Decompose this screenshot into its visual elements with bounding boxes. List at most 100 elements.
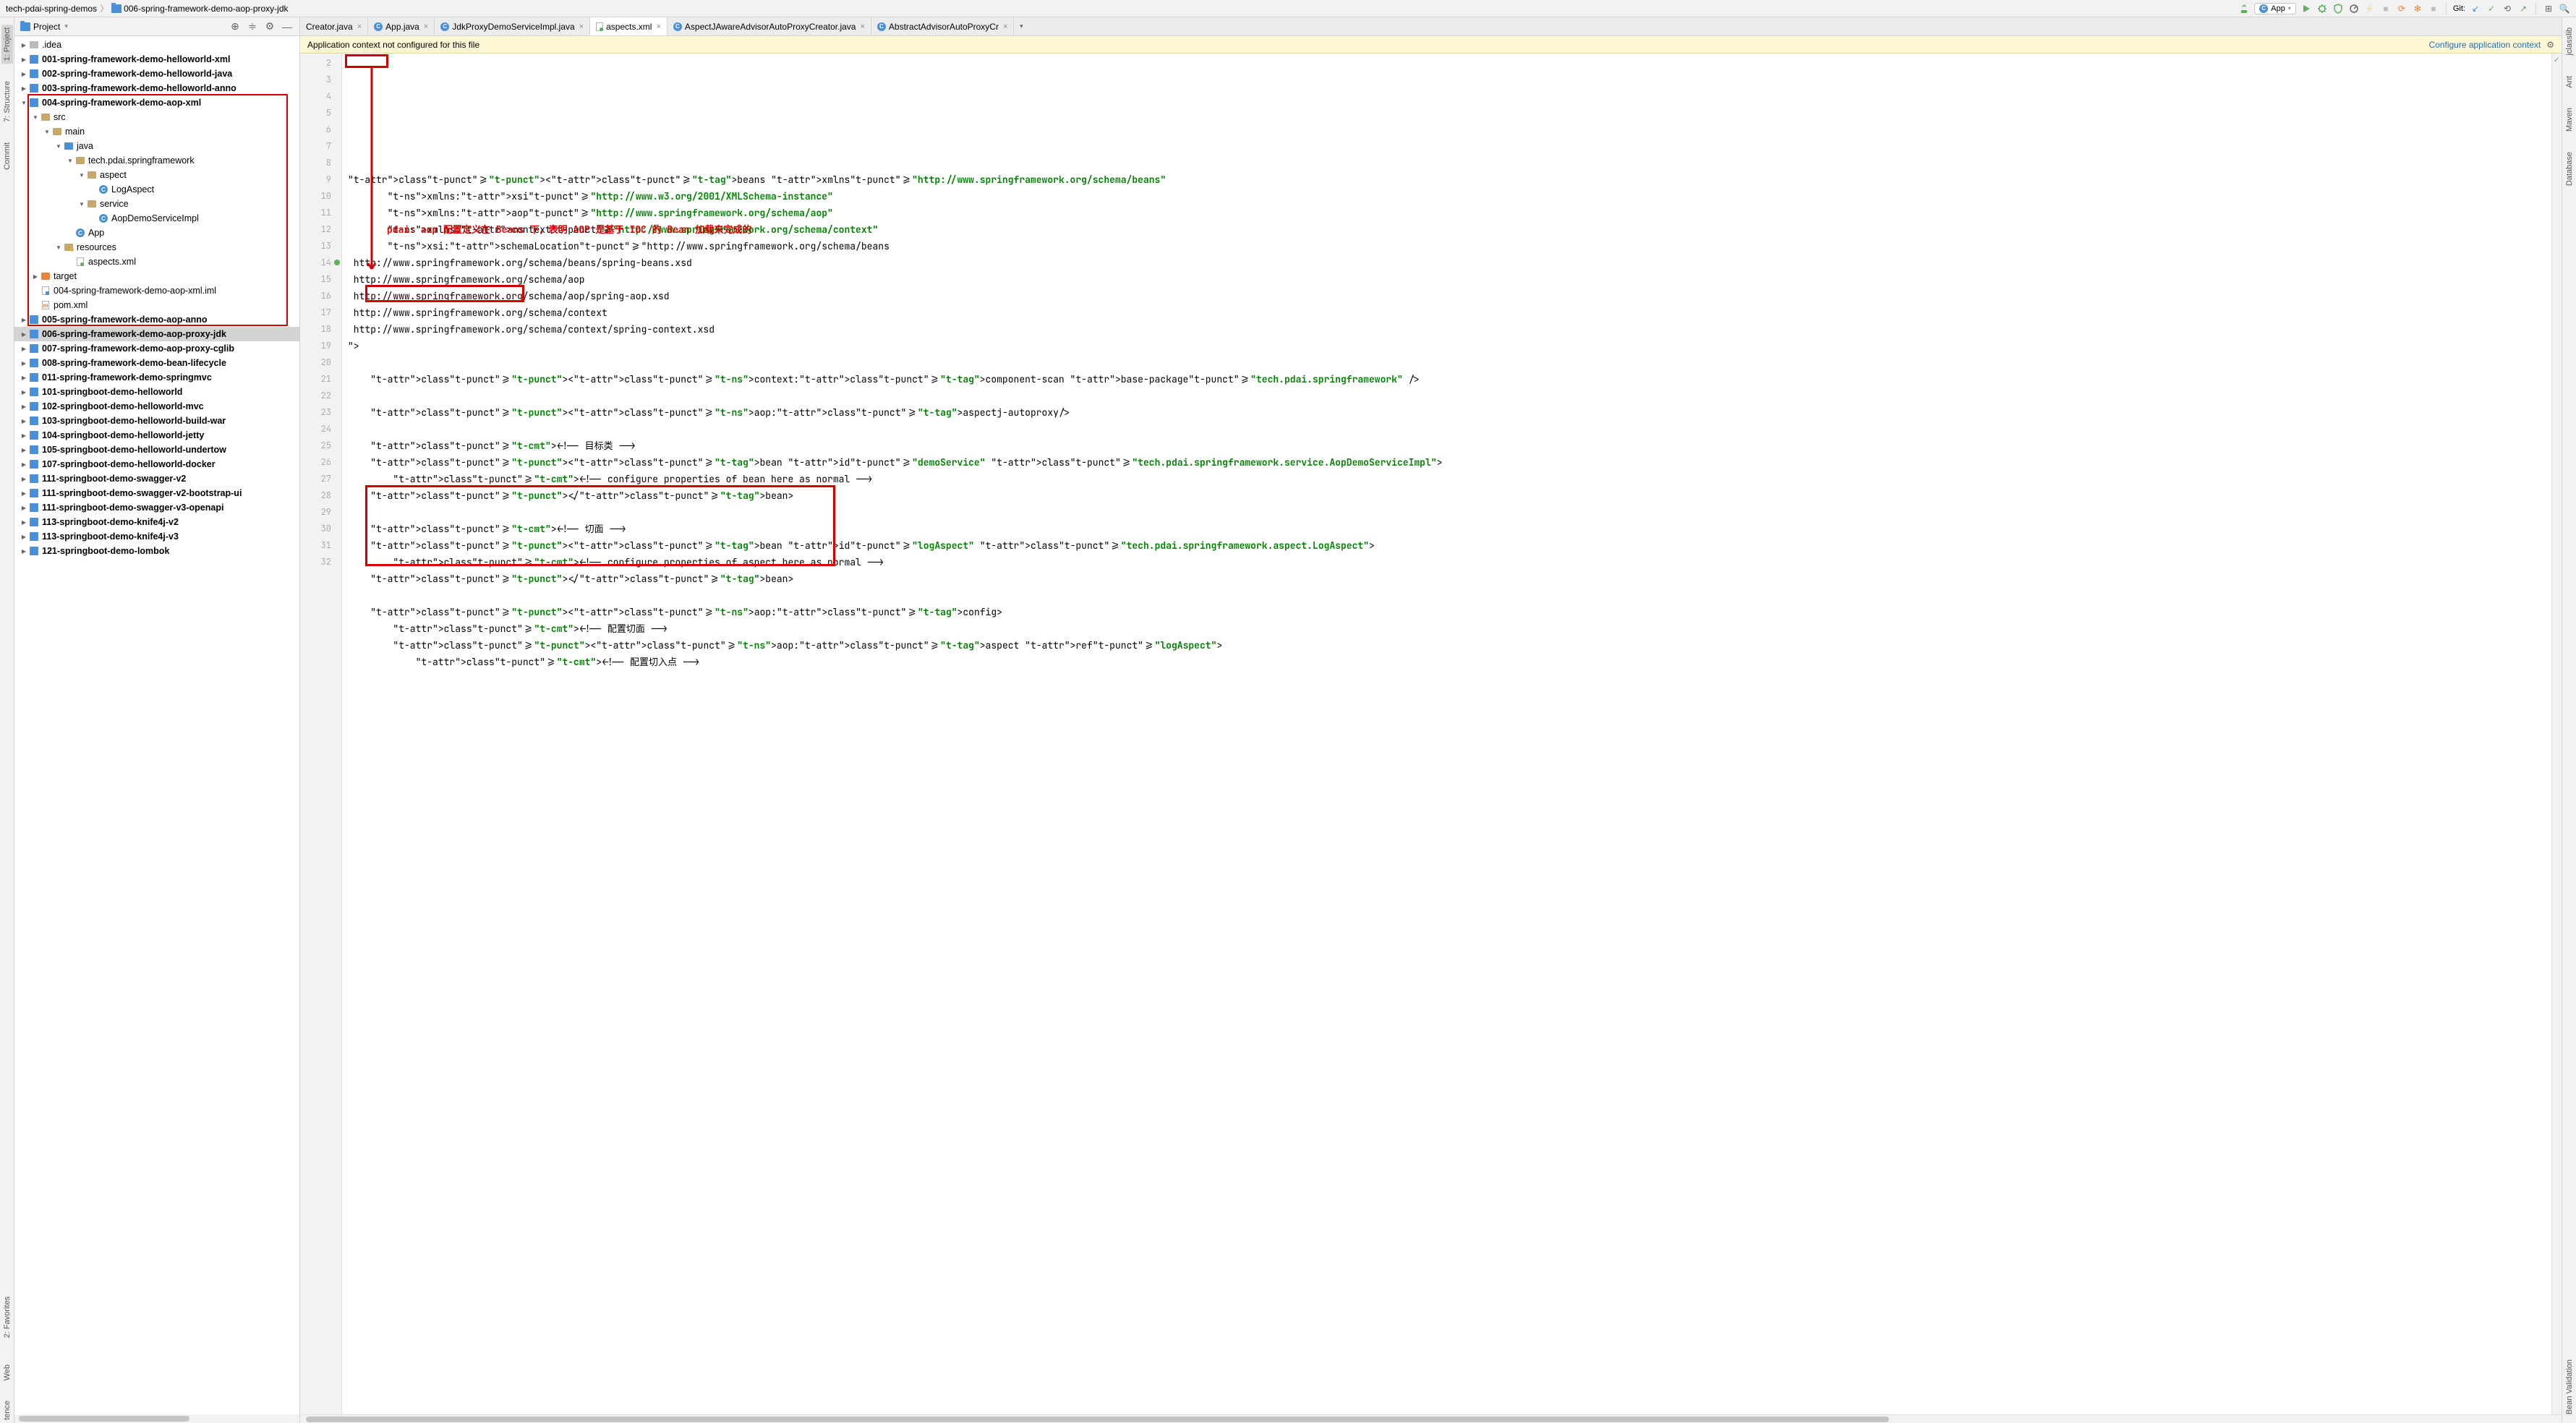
favorites-tool-tab[interactable]: 2: Favorites <box>1 1294 13 1341</box>
jclasslib-tool-tab[interactable]: jclasslib <box>2564 25 2575 59</box>
tree-arrow[interactable] <box>20 504 27 511</box>
debug-icon[interactable] <box>2316 3 2328 14</box>
tree-arrow[interactable] <box>32 273 39 280</box>
tree-arrow[interactable] <box>20 518 27 526</box>
line-number[interactable]: 11 <box>300 205 341 221</box>
coverage-icon[interactable] <box>2332 3 2344 14</box>
tree-row[interactable]: 102-springboot-demo-helloworld-mvc <box>14 399 299 414</box>
code-line[interactable]: "t-attr">class"t-punct">="t-punct"></"t-… <box>348 487 2551 504</box>
tree-arrow[interactable] <box>20 446 27 453</box>
code-line[interactable] <box>348 670 2551 687</box>
tree-row[interactable]: 107-springboot-demo-helloworld-docker <box>14 457 299 471</box>
tree-row[interactable]: 008-spring-framework-demo-bean-lifecycle <box>14 356 299 370</box>
line-number[interactable]: 28 <box>300 487 341 504</box>
tree-row[interactable]: 111-springboot-demo-swagger-v3-openapi <box>14 500 299 515</box>
tree-row[interactable]: main <box>14 124 299 139</box>
code-line[interactable]: http://www.springframework.org/schema/be… <box>348 255 2551 271</box>
line-number[interactable]: 8 <box>300 155 341 171</box>
line-number[interactable]: 10 <box>300 188 341 205</box>
editor-tab[interactable]: CAspectJAwareAdvisorAutoProxyCreator.jav… <box>668 17 871 35</box>
tree-row[interactable]: 006-spring-framework-demo-aop-proxy-jdk <box>14 327 299 341</box>
tree-arrow[interactable] <box>20 345 27 352</box>
line-number[interactable]: 15 <box>300 271 341 288</box>
tree-arrow[interactable] <box>67 157 74 164</box>
tree-arrow[interactable] <box>20 432 27 439</box>
tree-arrow[interactable] <box>20 403 27 410</box>
collapse-icon[interactable]: ≑ <box>246 20 259 33</box>
line-number[interactable]: 26 <box>300 454 341 471</box>
database-tool-tab[interactable]: Database <box>2564 149 2575 189</box>
tree-row[interactable]: 103-springboot-demo-helloworld-build-war <box>14 414 299 428</box>
code-line[interactable]: "t-attr">class"t-punct">="t-cmt"><!-- co… <box>348 471 2551 487</box>
banner-gear-icon[interactable]: ⚙ <box>2546 40 2554 50</box>
code-line[interactable] <box>348 354 2551 371</box>
tree-row[interactable]: 004-spring-framework-demo-aop-xml <box>14 95 299 110</box>
tree-row[interactable]: resources <box>14 240 299 255</box>
line-number[interactable]: 16 <box>300 288 341 304</box>
code-line[interactable]: "t-attr">class"t-punct">="t-punct"><"t-a… <box>348 604 2551 620</box>
project-tree[interactable]: .idea001-spring-framework-demo-helloworl… <box>14 36 299 1414</box>
code-line[interactable]: "t-attr">class"t-punct">="t-cmt"><!-- 目标… <box>348 437 2551 454</box>
tree-arrow[interactable] <box>20 41 27 48</box>
line-number[interactable]: 2 <box>300 55 341 72</box>
tree-arrow[interactable] <box>20 56 27 63</box>
close-icon[interactable]: × <box>357 22 362 31</box>
tree-arrow[interactable] <box>32 114 39 121</box>
breadcrumb-current[interactable]: 006-spring-framework-demo-aop-proxy-jdk <box>111 4 288 14</box>
git-history-icon[interactable]: ⟲ <box>2502 3 2513 14</box>
code-line[interactable]: "t-attr">class"t-punct">="t-punct"><"t-a… <box>348 454 2551 471</box>
git-commit-icon[interactable]: ✓ <box>2486 3 2497 14</box>
tree-arrow[interactable] <box>78 200 85 208</box>
tree-arrow[interactable] <box>20 417 27 424</box>
line-number[interactable]: 27 <box>300 471 341 487</box>
run-config-dropdown[interactable]: CApp▾ <box>2254 3 2296 14</box>
web-tool-tab[interactable]: Web <box>1 1362 13 1383</box>
tree-row[interactable]: aspect <box>14 168 299 182</box>
line-number[interactable]: 4 <box>300 88 341 105</box>
editor-scrollbar[interactable] <box>300 1414 2562 1423</box>
tree-row[interactable]: CApp <box>14 226 299 240</box>
code-line[interactable]: "t-attr">class"t-punct">="t-cmt"><!-- 切面… <box>348 521 2551 537</box>
tree-arrow[interactable] <box>20 547 27 555</box>
tree-row[interactable]: 113-springboot-demo-knife4j-v2 <box>14 515 299 529</box>
tree-arrow[interactable] <box>20 490 27 497</box>
editor-tab[interactable]: aspects.xml× <box>590 17 668 35</box>
editor-tab[interactable]: CApp.java× <box>368 17 435 35</box>
tree-row[interactable]: 007-spring-framework-demo-aop-proxy-cgli… <box>14 341 299 356</box>
close-icon[interactable]: × <box>656 22 660 31</box>
close-icon[interactable]: × <box>424 22 428 31</box>
project-tool-tab[interactable]: 1: Project <box>1 25 13 64</box>
line-number[interactable]: 18 <box>300 321 341 338</box>
maven-tool-tab[interactable]: Maven <box>2564 105 2575 134</box>
breadcrumb-root[interactable]: tech-pdai-spring-demos <box>6 4 97 14</box>
tree-arrow[interactable] <box>55 244 62 251</box>
line-number[interactable]: 13 <box>300 238 341 255</box>
code-line[interactable] <box>348 504 2551 521</box>
structure-tool-tab[interactable]: 7: Structure <box>1 78 13 125</box>
commit-tool-tab[interactable]: Commit <box>1 140 13 173</box>
code-line[interactable]: "t-attr">class"t-punct">="t-punct"><"t-a… <box>348 371 2551 388</box>
line-number[interactable]: 7 <box>300 138 341 155</box>
tree-row[interactable]: tech.pdai.springframework <box>14 153 299 168</box>
tree-scrollbar[interactable] <box>14 1414 299 1423</box>
tree-row[interactable]: 111-springboot-demo-swagger-v2-bootstrap… <box>14 486 299 500</box>
tree-arrow[interactable] <box>20 533 27 540</box>
code-line[interactable] <box>348 421 2551 437</box>
tree-arrow[interactable] <box>20 374 27 381</box>
code-line[interactable]: "t-ns">xsi:"t-attr">schemaLocation"t-pun… <box>348 238 2551 255</box>
tree-row[interactable]: 101-springboot-demo-helloworld <box>14 385 299 399</box>
tree-row[interactable]: 005-spring-framework-demo-aop-anno <box>14 312 299 327</box>
tree-arrow[interactable] <box>20 85 27 92</box>
tree-arrow[interactable] <box>20 461 27 468</box>
tree-arrow[interactable] <box>20 316 27 323</box>
build-icon[interactable] <box>2238 3 2250 14</box>
code-line[interactable]: "t-attr">class"t-punct">="t-punct"><"t-a… <box>348 171 2551 188</box>
tree-row[interactable]: java <box>14 139 299 153</box>
project-view-selector[interactable]: Project <box>20 22 224 32</box>
line-number[interactable]: 5 <box>300 105 341 121</box>
tree-row[interactable]: 104-springboot-demo-helloworld-jetty <box>14 428 299 443</box>
jrebel-icon[interactable]: ⟳ <box>2396 3 2407 14</box>
line-number[interactable]: 29 <box>300 504 341 521</box>
bean-validation-tool-tab[interactable]: Bean Validation <box>2564 1356 2575 1417</box>
line-number[interactable]: 12 <box>300 221 341 238</box>
